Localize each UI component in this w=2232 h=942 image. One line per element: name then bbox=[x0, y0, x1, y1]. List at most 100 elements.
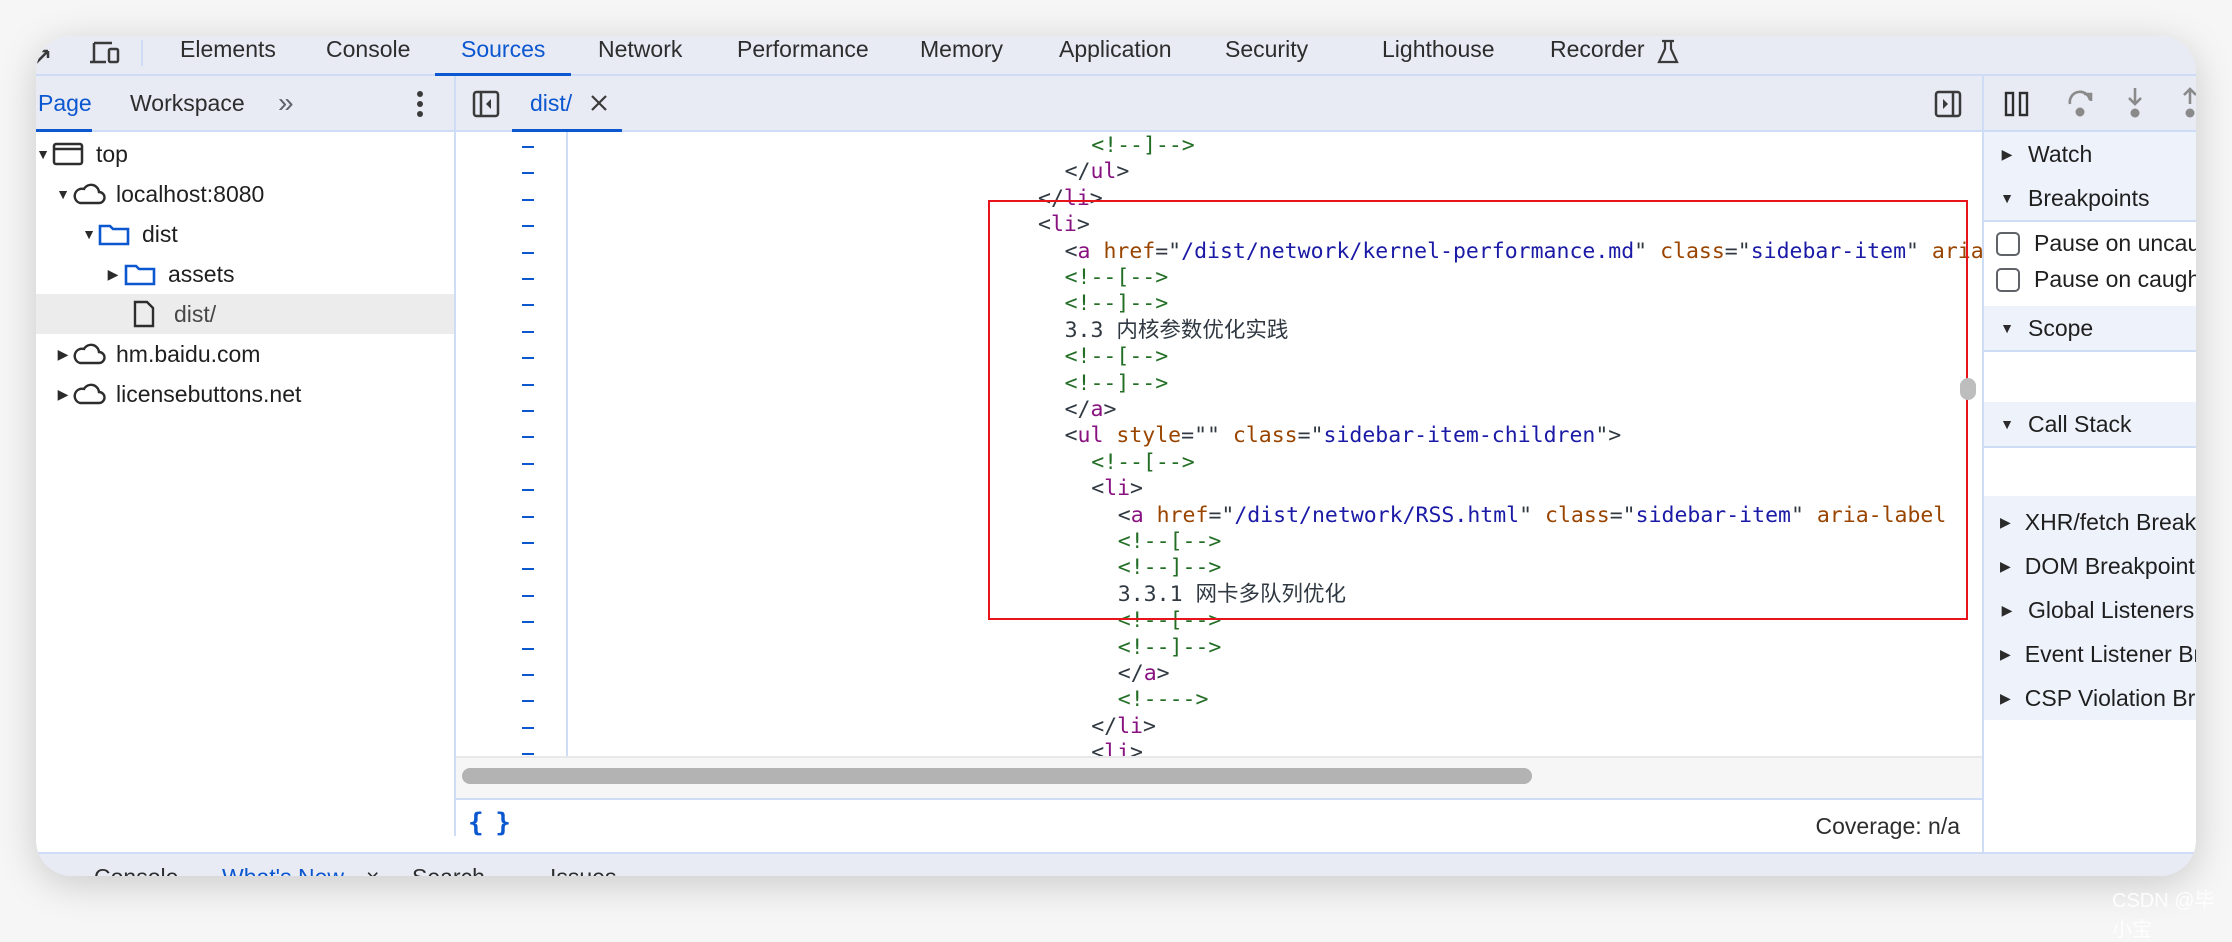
navigator-tab-page[interactable]: Page bbox=[38, 76, 92, 130]
drawer-tab-whats-new[interactable]: What's New bbox=[222, 864, 344, 876]
line-number-marker[interactable] bbox=[522, 674, 534, 676]
section-xhr-breakpoints[interactable]: ▶ XHR/fetch Breakpoints bbox=[1984, 500, 2196, 544]
section-label: Scope bbox=[2028, 314, 2094, 341]
code-line[interactable]: </ul> bbox=[456, 159, 1992, 186]
expanded-arrow-icon[interactable]: ▼ bbox=[36, 146, 50, 162]
toggle-navigator-icon[interactable] bbox=[472, 90, 500, 123]
device-toolbar-icon[interactable] bbox=[88, 40, 122, 68]
tree-item-assets-folder[interactable]: ▶ assets bbox=[36, 254, 524, 294]
line-number-marker[interactable] bbox=[522, 515, 534, 518]
toggle-debugger-icon[interactable] bbox=[1934, 90, 1962, 123]
editor-tab-dist[interactable]: dist/ bbox=[530, 76, 572, 130]
pause-icon[interactable] bbox=[2004, 90, 2030, 123]
more-options-icon[interactable] bbox=[416, 90, 424, 123]
drawer-tab-search[interactable]: Search bbox=[412, 864, 485, 876]
section-scope[interactable]: ▼ Scope bbox=[1984, 306, 2196, 352]
line-number-marker[interactable] bbox=[522, 726, 534, 729]
line-number-marker[interactable] bbox=[522, 251, 534, 254]
line-number-marker[interactable] bbox=[522, 621, 534, 624]
expanded-arrow-icon[interactable]: ▼ bbox=[82, 226, 96, 242]
drawer-tab-console[interactable]: Console bbox=[94, 864, 178, 876]
collapsed-arrow-icon: ▶ bbox=[2000, 513, 2011, 530]
collapsed-arrow-icon[interactable]: ▶ bbox=[56, 346, 70, 363]
tree-label: dist bbox=[142, 220, 178, 247]
line-number-marker[interactable] bbox=[522, 568, 534, 571]
tree-label: top bbox=[96, 140, 128, 167]
close-drawer-tab-icon[interactable]: × bbox=[366, 864, 379, 876]
line-number-marker[interactable] bbox=[522, 330, 534, 333]
line-number-marker[interactable] bbox=[522, 146, 534, 148]
vertical-scrollbar-thumb[interactable] bbox=[1960, 378, 1976, 400]
line-number-marker[interactable] bbox=[522, 172, 534, 175]
expanded-arrow-icon: ▼ bbox=[2000, 416, 2014, 432]
step-into-icon[interactable] bbox=[2124, 86, 2146, 125]
close-tab-icon[interactable] bbox=[590, 94, 608, 117]
highlight-box bbox=[988, 200, 1968, 620]
collapsed-arrow-icon[interactable]: ▶ bbox=[56, 386, 70, 403]
tree-item-hm-baidu[interactable]: ▶ hm.baidu.com bbox=[36, 334, 474, 374]
drawer-tab-issues[interactable]: Issues bbox=[550, 864, 616, 876]
section-watch[interactable]: ▶ Watch bbox=[1984, 132, 2196, 176]
step-over-icon[interactable] bbox=[2066, 88, 2096, 125]
main-tab-bar: Elements Console Sources Network Perform… bbox=[36, 36, 2196, 76]
tab-performance[interactable]: Performance bbox=[733, 36, 873, 74]
code-line[interactable]: </a> bbox=[456, 661, 1992, 688]
line-number-marker[interactable] bbox=[522, 753, 534, 756]
tab-application[interactable]: Application bbox=[1055, 36, 1176, 74]
section-dom-breakpoints[interactable]: ▶ DOM Breakpoints bbox=[1984, 544, 2196, 588]
expanded-arrow-icon[interactable]: ▼ bbox=[56, 186, 70, 202]
pause-caught-checkbox[interactable] bbox=[1996, 268, 2020, 292]
more-tabs-icon[interactable]: » bbox=[278, 76, 294, 130]
tab-sources[interactable]: Sources bbox=[434, 36, 572, 76]
tree-item-licensebuttons[interactable]: ▶ licensebuttons.net bbox=[36, 374, 474, 414]
navigator-tab-workspace[interactable]: Workspace bbox=[130, 76, 245, 130]
code-text: <!----> bbox=[1118, 687, 1209, 713]
collapsed-arrow-icon[interactable]: ▶ bbox=[106, 266, 120, 283]
code-token-tg: li bbox=[1117, 713, 1143, 739]
section-global-listeners[interactable]: ▶ Global Listeners bbox=[1984, 588, 2196, 632]
section-call-stack[interactable]: ▼ Call Stack bbox=[1984, 402, 2196, 448]
pretty-print-button[interactable]: { } bbox=[468, 808, 511, 838]
code-line[interactable]: </li> bbox=[456, 713, 1992, 741]
line-number-marker[interactable] bbox=[522, 647, 534, 650]
line-number-marker[interactable] bbox=[522, 410, 534, 412]
tab-network[interactable]: Network bbox=[594, 36, 686, 74]
tree-item-localhost[interactable]: ▼ localhost:8080 bbox=[36, 174, 474, 214]
folder-icon bbox=[124, 262, 156, 286]
line-number-marker[interactable] bbox=[522, 489, 534, 492]
line-number-marker[interactable] bbox=[522, 700, 534, 703]
horizontal-scrollbar-thumb[interactable] bbox=[462, 768, 1532, 784]
line-number-marker[interactable] bbox=[522, 278, 534, 280]
inspect-element-icon[interactable] bbox=[36, 40, 54, 68]
tab-console[interactable]: Console bbox=[322, 36, 414, 74]
code-line[interactable]: <!----> bbox=[456, 687, 1992, 714]
code-line[interactable]: <!--]--> bbox=[456, 635, 1992, 662]
tree-item-dist-folder[interactable]: ▼ dist bbox=[36, 214, 500, 254]
pause-uncaught-checkbox[interactable] bbox=[1996, 232, 2020, 256]
line-number-marker[interactable] bbox=[522, 383, 534, 386]
horizontal-scroll-track[interactable] bbox=[456, 756, 1982, 800]
code-line[interactable]: <!--]--> bbox=[456, 133, 1992, 160]
line-number-marker[interactable] bbox=[522, 436, 534, 439]
line-number-marker[interactable] bbox=[522, 198, 534, 201]
line-number-marker[interactable] bbox=[522, 462, 534, 465]
tab-recorder[interactable]: Recorder bbox=[1546, 36, 1649, 74]
line-number-marker[interactable] bbox=[522, 304, 534, 307]
section-event-listener-breakpoints[interactable]: ▶ Event Listener Breakpoints bbox=[1984, 632, 2196, 676]
tab-security[interactable]: Security bbox=[1221, 36, 1312, 74]
tree-label: localhost:8080 bbox=[116, 180, 265, 207]
code-token-pn: > bbox=[1156, 661, 1170, 686]
section-breakpoints[interactable]: ▼ Breakpoints bbox=[1984, 176, 2196, 222]
tab-lighthouse[interactable]: Lighthouse bbox=[1378, 36, 1499, 74]
section-csp-violation-breakpoints[interactable]: ▶ CSP Violation Breakpoints bbox=[1984, 676, 2196, 720]
line-number-marker[interactable] bbox=[522, 225, 534, 228]
tab-memory[interactable]: Memory bbox=[916, 36, 1007, 74]
frame-icon bbox=[52, 142, 84, 166]
line-number-marker[interactable] bbox=[522, 357, 534, 360]
line-number-marker[interactable] bbox=[522, 594, 534, 597]
line-number-marker[interactable] bbox=[522, 542, 534, 544]
code-line[interactable]: <li> bbox=[456, 740, 1992, 756]
step-out-icon[interactable] bbox=[2179, 86, 2196, 125]
tree-item-top[interactable]: ▼ top bbox=[36, 134, 454, 174]
tab-elements[interactable]: Elements bbox=[176, 36, 280, 74]
